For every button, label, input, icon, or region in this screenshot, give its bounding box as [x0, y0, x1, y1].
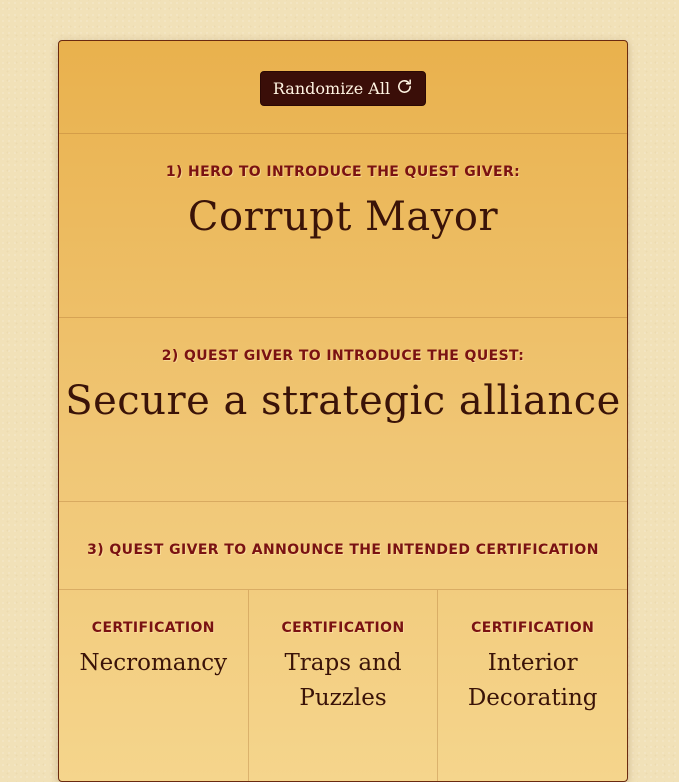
- hero-heading: 1) Hero to introduce the quest giver:: [165, 164, 521, 180]
- certification-value: Traps and Puzzles: [284, 650, 402, 711]
- quest-generator-card: Randomize All 1) Hero to introduce the q…: [58, 40, 628, 782]
- toolbar: Randomize All: [59, 41, 627, 134]
- quest-heading: 2) Quest giver to introduce the quest:: [161, 348, 525, 364]
- certification-value: Necromancy: [79, 650, 228, 676]
- hero-section: 1) Hero to introduce the quest giver: Co…: [59, 134, 627, 318]
- quest-section: 2) Quest giver to introduce the quest: S…: [59, 318, 627, 502]
- certification-card: Certification Necromancy: [59, 590, 249, 781]
- hero-value: Corrupt Mayor: [187, 194, 499, 240]
- refresh-icon: [396, 78, 413, 99]
- randomize-all-button[interactable]: Randomize All: [259, 70, 427, 106]
- certification-label: Certification: [91, 620, 215, 636]
- certification-label: Certification: [281, 620, 405, 636]
- randomize-all-label: Randomize All: [272, 78, 391, 98]
- certification-row: Certification Necromancy Certification T…: [59, 590, 627, 781]
- certification-card: Certification Traps and Puzzles: [249, 590, 439, 781]
- quest-value: Secure a strategic alliance: [65, 378, 621, 424]
- certification-section: 3) Quest giver to announce the intended …: [59, 502, 627, 590]
- certification-value: Interior Decorating: [467, 650, 598, 711]
- certification-heading: 3) Quest giver to announce the intended …: [87, 542, 599, 558]
- certification-label: Certification: [471, 620, 595, 636]
- certification-card: Certification Interior Decorating: [438, 590, 627, 781]
